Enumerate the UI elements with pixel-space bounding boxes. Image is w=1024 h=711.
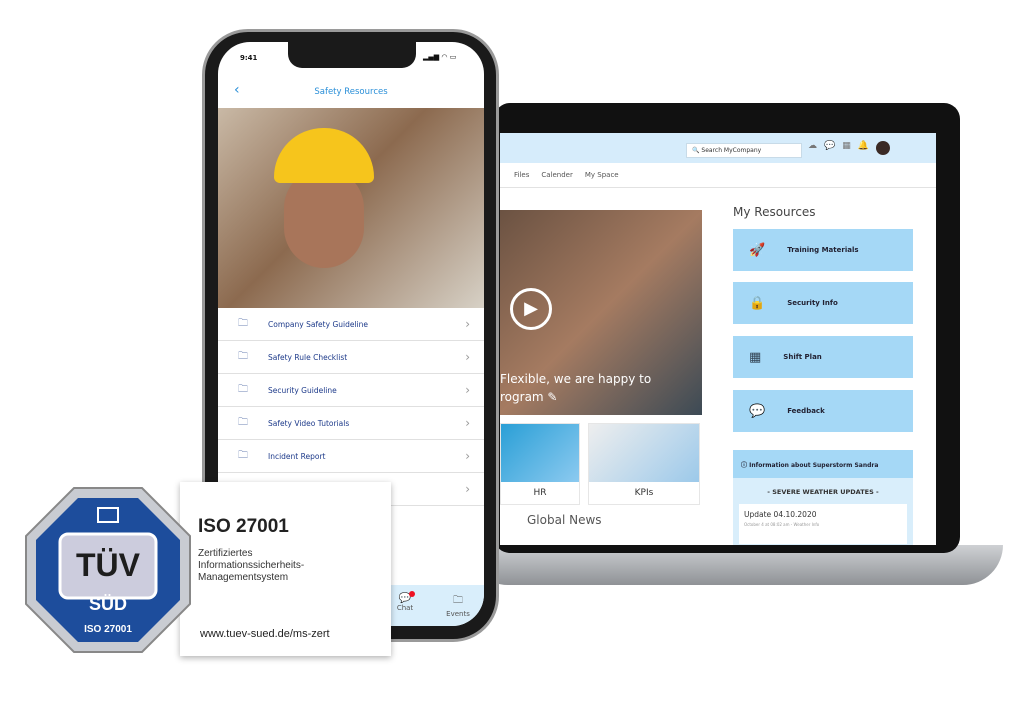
folder-icon: 🗀: [238, 350, 248, 362]
folder-icon: 🗀: [238, 383, 248, 395]
avatar[interactable]: [875, 141, 890, 155]
certification-url: www.tuev-sued.de/ms-zert: [200, 628, 330, 640]
chevron-right-icon: ›: [465, 449, 470, 463]
list-item[interactable]: 🗀 Security Guideline ›: [218, 374, 484, 407]
resource-training-materials[interactable]: 🚀 Training Materials: [733, 229, 913, 271]
phone-notch: [288, 42, 416, 68]
folder-icon: 🗀: [238, 449, 248, 461]
notification-dot: [409, 591, 415, 597]
list-item[interactable]: 🗀 Company Safety Guideline ›: [218, 308, 484, 341]
tile-hr[interactable]: HR: [500, 423, 580, 505]
svg-text:SÜD: SÜD: [89, 594, 127, 614]
screen-title: Safety Resources: [314, 87, 388, 97]
item-label: Security Guideline: [268, 385, 337, 395]
resource-label: Feedback: [787, 407, 825, 415]
resource-shift-plan[interactable]: ▦ Shift Plan: [733, 336, 913, 378]
chevron-right-icon: ›: [465, 482, 470, 496]
helmet: [274, 128, 374, 183]
laptop-nav: Files Calender My Space: [500, 163, 936, 188]
certification-description: Zertifiziertes Informationssicherheits- …: [198, 548, 305, 583]
certification-card: ISO 27001 Zertifiziertes Informationssic…: [180, 482, 391, 656]
tile-label: HR: [533, 488, 547, 498]
list-item[interactable]: 🗀 Safety Rule Checklist ›: [218, 341, 484, 374]
hr-image: [501, 424, 579, 482]
apps-grid-icon[interactable]: ▦: [842, 141, 851, 155]
search-input[interactable]: 🔍 Search MyCompany: [686, 143, 802, 158]
list-item[interactable]: 🗀 Incident Report ›: [218, 440, 484, 473]
status-icons: ▂▄▆ ◠ ▭: [423, 53, 457, 61]
update-meta: October 4 at 08:02 am - Weather Info: [744, 522, 820, 527]
item-label: Company Safety Guideline: [268, 319, 368, 329]
resource-security-info[interactable]: 🔒 Security Info: [733, 282, 913, 324]
folder-icon: 🗀: [238, 317, 248, 329]
nav-label: Chat: [396, 604, 414, 612]
update-title: Update 04.10.2020: [744, 510, 817, 519]
info-title: Information about Superstorm Sandra: [749, 462, 879, 469]
info-subtitle: - SEVERE WEATHER UPDATES -: [767, 488, 879, 496]
folder-icon: 🗀: [238, 416, 248, 428]
chevron-right-icon: ›: [465, 383, 470, 397]
info-header[interactable]: ⓘ Information about Superstorm Sandra: [733, 450, 913, 478]
worker-face: [284, 168, 364, 268]
laptop-screen: 🔍 Search MyCompany ☁ 💬 ▦ 🔔 Files Calender M…: [500, 133, 936, 545]
laptop-header: 🔍 Search MyCompany ☁ 💬 ▦ 🔔: [500, 133, 936, 163]
nav-label: Events: [446, 610, 470, 618]
list-item[interactable]: 🗀 Safety Video Tutorials ›: [218, 407, 484, 440]
info-panel: ⓘ Information about Superstorm Sandra - …: [733, 450, 913, 545]
video-player[interactable]: ▶ Flexible, we are happy to rogram ✎: [500, 210, 702, 415]
kpis-image: [589, 424, 699, 482]
tuv-sud-logo: TÜV SÜD ISO 27001: [25, 487, 191, 653]
chevron-right-icon: ›: [465, 317, 470, 331]
nav-events[interactable]: 🗀 Events: [438, 593, 478, 618]
header-icons: ☁ 💬 ▦ 🔔: [808, 141, 890, 155]
chevron-right-icon: ›: [465, 416, 470, 430]
item-label: Incident Report: [268, 451, 326, 461]
rocket-icon: 🚀: [749, 242, 766, 258]
tile-kpis[interactable]: KPIs: [588, 423, 700, 505]
chat-icon: 💬: [385, 591, 425, 604]
chat-icon[interactable]: 💬: [824, 141, 835, 155]
svg-text:ISO 27001: ISO 27001: [84, 624, 132, 635]
bell-icon[interactable]: 🔔: [858, 141, 869, 155]
resource-label: Training Materials: [787, 246, 859, 254]
search-placeholder: Search MyCompany: [701, 147, 762, 154]
worker-photo: [218, 108, 484, 308]
resource-feedback[interactable]: 💬 Feedback: [733, 390, 913, 432]
nav-my-space[interactable]: My Space: [585, 171, 619, 179]
video-caption: Flexible, we are happy to rogram ✎: [500, 372, 652, 404]
chevron-right-icon: ›: [465, 350, 470, 364]
my-resources-heading: My Resources: [733, 205, 816, 219]
play-icon[interactable]: ▶: [510, 288, 552, 330]
nav-calendar[interactable]: Calender: [541, 171, 573, 179]
item-label: Safety Video Tutorials: [268, 418, 350, 428]
tile-label: KPIs: [634, 488, 654, 498]
calendar-icon: ▦: [749, 349, 762, 365]
groups-icon[interactable]: ☁: [808, 141, 817, 155]
nav-chat[interactable]: 💬 Chat: [385, 591, 425, 612]
status-time: 9:41: [240, 54, 258, 62]
chat-icon: 💬: [749, 403, 766, 419]
update-card[interactable]: Update 04.10.2020 October 4 at 08:02 am -…: [739, 504, 907, 544]
svg-text:TÜV: TÜV: [76, 547, 141, 583]
item-label: Safety Rule Checklist: [268, 352, 348, 362]
events-icon: 🗀: [453, 595, 463, 606]
global-news-heading: Global News: [527, 513, 602, 527]
lock-icon: 🔒: [749, 295, 766, 311]
certification-title: ISO 27001: [198, 516, 289, 537]
nav-files[interactable]: Files: [514, 171, 529, 179]
resource-label: Security Info: [787, 299, 838, 307]
resource-label: Shift Plan: [783, 353, 822, 361]
